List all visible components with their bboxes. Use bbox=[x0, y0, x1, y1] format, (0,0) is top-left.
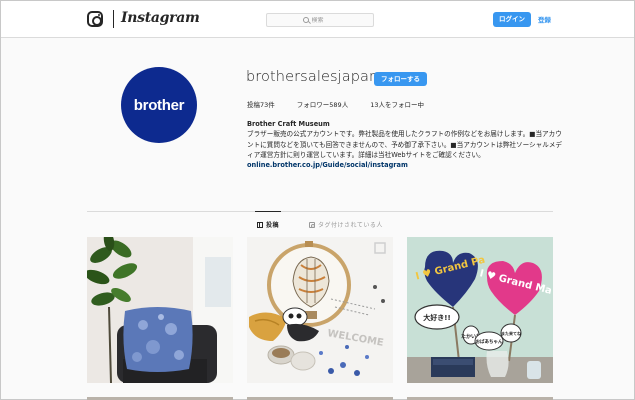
photo-props: I ♥ Grand Pa I ♥ Grand Ma 大好き!! たかいね おばあ… bbox=[407, 237, 553, 383]
post-pillow[interactable] bbox=[87, 237, 233, 383]
tabs-divider bbox=[87, 211, 553, 212]
following-count[interactable]: 13人をフォロー中 bbox=[370, 99, 424, 109]
post-embroidery[interactable]: WELCOME bbox=[247, 237, 393, 383]
search-input[interactable] bbox=[311, 16, 338, 24]
active-tab-indicator bbox=[255, 211, 281, 212]
sign-obaachan: おばあちゃん bbox=[476, 338, 503, 345]
tab-tagged-label: タグ付けされている人 bbox=[318, 222, 383, 229]
bio-link[interactable]: online.brother.co.jp/Guide/social/instag… bbox=[247, 160, 562, 170]
search-icon bbox=[302, 17, 309, 23]
grid-icon bbox=[257, 221, 263, 228]
signup-link[interactable]: 登録 bbox=[538, 14, 551, 24]
profile-stats: 投稿73件 フォロワー589人 13人をフォロー中 bbox=[247, 99, 446, 109]
bio-name: Brother Craft Museum bbox=[247, 120, 330, 128]
post-photo-props[interactable]: I ♥ Grand Pa I ♥ Grand Ma 大好き!! たかいね おばあ… bbox=[407, 237, 553, 383]
instagram-wordmark[interactable]: Instagram bbox=[121, 10, 200, 26]
top-nav: Instagram ログイン 登録 bbox=[1, 1, 634, 38]
followers-count[interactable]: フォロワー589人 bbox=[297, 99, 348, 109]
tab-posts-label: 投稿 bbox=[266, 222, 280, 229]
instagram-camera-icon[interactable] bbox=[87, 11, 103, 27]
tab-tagged[interactable]: タグ付けされている人 bbox=[309, 220, 383, 229]
profile-username: brothersalesjapan bbox=[246, 69, 379, 85]
embroidery-photo: WELCOME bbox=[247, 237, 393, 383]
nav-divider bbox=[113, 10, 114, 28]
pillow-photo bbox=[87, 237, 233, 383]
brother-logo: brother bbox=[133, 96, 185, 114]
tag-icon bbox=[309, 221, 315, 228]
tab-posts[interactable]: 投稿 bbox=[257, 220, 279, 229]
sign-matakitene: また来てね bbox=[501, 330, 521, 336]
bio-text: ブラザー販売の公式アカウントです。弊社製品を使用したクラフトの作例などをお届けし… bbox=[247, 130, 563, 159]
search-box[interactable] bbox=[266, 13, 374, 27]
login-button[interactable]: ログイン bbox=[493, 12, 531, 27]
avatar[interactable]: brother bbox=[121, 67, 197, 143]
profile-bio: Brother Craft Museum ブラザー販売の公式アカウントです。弊社… bbox=[247, 119, 562, 170]
posts-count: 投稿73件 bbox=[247, 101, 275, 109]
sign-daisuki: 大好き!! bbox=[423, 313, 450, 322]
follow-button[interactable]: フォローする bbox=[374, 72, 427, 86]
